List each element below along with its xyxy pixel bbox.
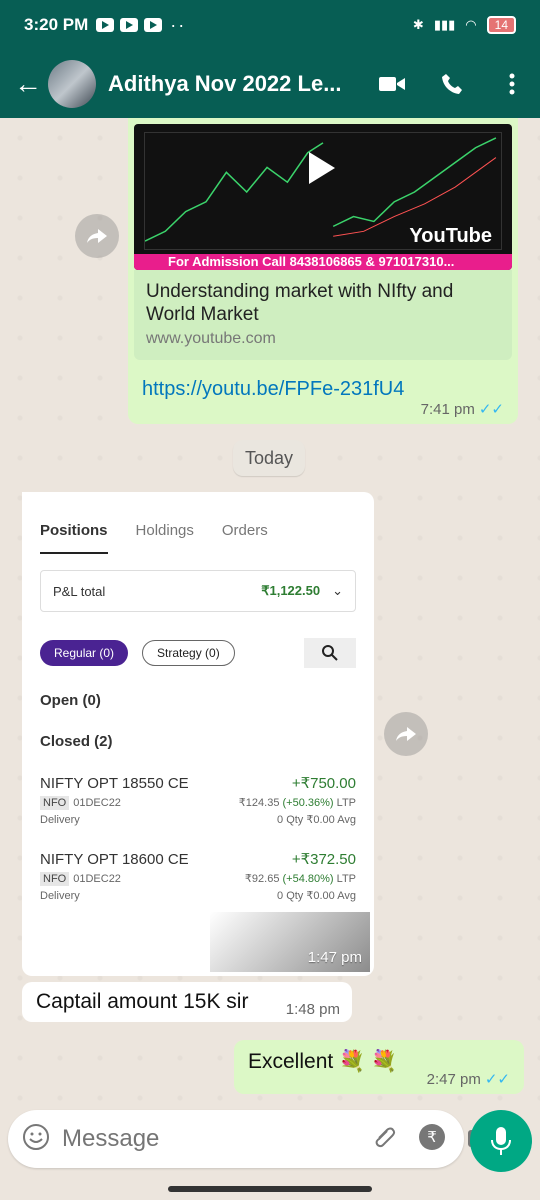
tab-positions: Positions — [40, 522, 108, 554]
ltp-price: ₹92.65 — [244, 873, 280, 885]
chat-header: ← Adithya Nov 2022 Le... — [0, 50, 540, 118]
bluetooth-icon: ✱ — [412, 17, 424, 32]
position-product: Delivery — [40, 813, 80, 826]
system-icons: ✱ ▮▮▮ ◠ 14 — [413, 16, 516, 34]
search-icon — [304, 638, 356, 668]
message-time: 1:48 pm — [285, 1001, 340, 1018]
chip-regular: Regular (0) — [40, 640, 129, 666]
video-thumbnail[interactable]: YouTube For Admission Call 8438106865 & … — [134, 124, 512, 270]
more-notifications-icon: ·· — [170, 14, 187, 35]
pl-total-box: P&L total ₹1,122.50 ⌄ — [40, 570, 356, 612]
thumbnail-banner: For Admission Call 8438106865 & 97101731… — [134, 254, 512, 270]
forward-icon[interactable] — [384, 712, 428, 756]
message-time: 7:41 pm — [420, 401, 475, 418]
pl-value: ₹1,122.50 — [261, 583, 321, 598]
signal-icon: ▮▮▮ — [433, 17, 456, 32]
image-message[interactable]: Positions Holdings Orders P&L total ₹1,1… — [22, 492, 374, 976]
closed-section: Closed (2) — [40, 733, 113, 750]
tab-orders: Orders — [221, 522, 268, 539]
read-ticks-icon: ✓✓ — [484, 1071, 510, 1088]
chip-strategy: Strategy (0) — [142, 640, 235, 666]
arrow-left-icon[interactable]: ← — [14, 68, 42, 100]
chevron-down-icon: ⌄ — [332, 583, 343, 598]
position-qty: 0 Qty — [277, 890, 304, 902]
attach-icon[interactable] — [372, 1124, 398, 1155]
position-qty: 0 Qty — [277, 814, 304, 826]
exchange-badge: NFO — [40, 795, 70, 810]
ltp-change: (+54.80%) — [282, 873, 334, 885]
svg-text:₹: ₹ — [427, 1128, 437, 1146]
open-section: Open (0) — [40, 692, 101, 709]
position-symbol: NIFTY OPT 18600 CE — [40, 850, 189, 868]
position-row: NIFTY OPT 18550 CE +₹750.00 NFO 01DEC22 ₹… — [40, 774, 356, 826]
message-link[interactable]: https://youtu.be/FPFe-231fU4 — [142, 378, 504, 401]
youtube-notification-icon — [144, 18, 163, 32]
status-time: 3:20 PM — [24, 15, 89, 34]
battery-indicator: 14 — [486, 16, 516, 34]
header-actions — [378, 70, 526, 98]
link-preview-message[interactable]: YouTube For Admission Call 8438106865 & … — [128, 118, 518, 424]
youtube-logo: YouTube — [409, 225, 492, 247]
position-product: Delivery — [40, 889, 80, 902]
pl-label: P&L total — [53, 583, 106, 599]
read-ticks-icon: ✓✓ — [478, 401, 504, 418]
ltp-label: LTP — [336, 873, 356, 885]
phone-icon[interactable] — [438, 70, 466, 98]
youtube-notification-icon — [96, 18, 115, 32]
filter-chips: Regular (0) Strategy (0) — [40, 638, 356, 668]
message-text: Captail amount 15K sir — [36, 990, 249, 1013]
ltp-price: ₹124.35 — [238, 797, 280, 809]
outgoing-text-message[interactable]: Excellent 💐 💐 2:47 pm ✓✓ — [234, 1040, 524, 1094]
avatar[interactable] — [48, 60, 96, 108]
wifi-icon: ◠ — [465, 17, 477, 32]
date-divider: Today — [233, 440, 305, 476]
position-row: NIFTY OPT 18600 CE +₹372.50 NFO 01DEC22 ₹… — [40, 850, 356, 902]
forward-icon[interactable] — [75, 214, 119, 258]
tab-holdings: Holdings — [135, 522, 194, 539]
chat-scroll-area[interactable]: YouTube For Admission Call 8438106865 & … — [0, 118, 540, 1110]
link-preview-card[interactable]: Understanding market with NIfty and Worl… — [134, 270, 512, 360]
message-meta: 7:41 pm ✓✓ — [421, 400, 504, 418]
positions-screenshot[interactable]: Positions Holdings Orders P&L total ₹1,1… — [26, 496, 370, 972]
rupee-icon[interactable]: ₹ — [418, 1123, 446, 1156]
more-vert-icon[interactable] — [498, 70, 526, 98]
position-expiry: 01DEC22 — [73, 796, 121, 809]
position-avg: ₹0.00 Avg — [306, 890, 356, 902]
position-expiry: 01DEC22 — [73, 872, 121, 885]
ltp-change: (+50.36%) — [282, 797, 334, 809]
chat-title[interactable]: Adithya Nov 2022 Le... — [108, 71, 364, 97]
position-symbol: NIFTY OPT 18550 CE — [40, 774, 189, 792]
message-meta: 2:47 pm ✓✓ — [427, 1070, 510, 1088]
message-composer: ₹ — [8, 1110, 492, 1168]
message-text: Excellent 💐 💐 — [248, 1050, 398, 1073]
position-avg: ₹0.00 Avg — [306, 814, 356, 826]
incoming-text-message[interactable]: Captail amount 15K sir 1:48 pm — [22, 982, 352, 1022]
message-input[interactable] — [62, 1125, 372, 1153]
exchange-badge: NFO — [40, 871, 70, 886]
gesture-navigation-bar[interactable] — [168, 1186, 372, 1192]
youtube-notification-icon — [120, 18, 139, 32]
position-pnl: +₹750.00 — [291, 775, 356, 792]
position-pnl: +₹372.50 — [291, 851, 356, 868]
ltp-label: LTP — [336, 797, 356, 809]
play-icon[interactable] — [309, 152, 335, 184]
link-preview-title: Understanding market with NIfty and Worl… — [146, 281, 454, 325]
notification-icons — [96, 18, 163, 32]
mic-icon[interactable] — [470, 1110, 532, 1172]
message-time: 2:47 pm — [426, 1071, 481, 1088]
link-preview-domain: www.youtube.com — [146, 330, 276, 347]
tabs: Positions Holdings Orders — [26, 496, 370, 554]
emoji-icon[interactable] — [22, 1123, 50, 1156]
video-icon[interactable] — [378, 70, 406, 98]
message-time: 1:47 pm — [307, 949, 362, 966]
status-bar: 3:20 PM ·· ✱ ▮▮▮ ◠ 14 — [0, 0, 540, 50]
